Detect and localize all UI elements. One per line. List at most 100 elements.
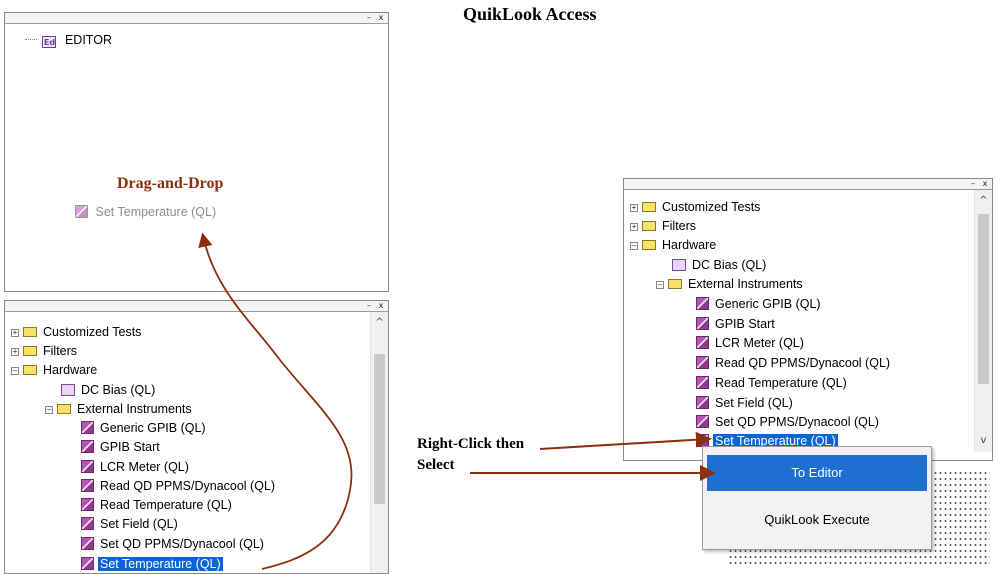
tree-item-filters[interactable]: + Filters [630,217,698,236]
folder-icon [23,365,37,375]
tree-item-read-qd-ppms[interactable]: Read QD PPMS/Dynacool (QL) [696,354,892,373]
tree-item-label: Generic GPIB (QL) [100,421,206,435]
tree-item-read-temperature[interactable]: Read Temperature (QL) [696,374,849,393]
collapse-icon[interactable]: – [656,281,664,289]
tree-item-label: LCR Meter (QL) [100,460,189,474]
quiklook-icon [81,557,94,570]
tree-item-dc-bias[interactable]: DC Bias (QL) [61,381,157,400]
collapse-icon[interactable]: – [630,242,638,250]
tree-item-label: Filters [43,344,78,358]
tree-item-dc-bias[interactable]: DC Bias (QL) [672,256,768,275]
tree-item-customized-tests[interactable]: + Customized Tests [11,323,143,342]
editor-root-label: EDITOR [64,33,112,47]
tree-item-label: Filters [662,219,697,233]
drag-and-drop-label: Drag-and-Drop [117,175,224,192]
quiklook-icon [696,317,709,330]
ghost-dragged-item: Set Temperature (QL) [75,203,216,222]
quiklook-icon [81,517,94,530]
tree-item-label: Set Temperature (QL) [98,557,223,571]
tree-item-gpib-start[interactable]: GPIB Start [81,438,162,457]
scrollbar-thumb[interactable] [978,214,989,384]
dc-bias-icon [61,384,75,396]
dc-bias-icon [672,259,686,271]
quiklook-icon [81,498,94,511]
tree-item-label: Set QD PPMS/Dynacool (QL) [715,415,879,429]
tree-item-label: External Instruments [688,277,803,291]
collapse-icon[interactable]: – [11,367,19,375]
quiklook-icon [81,440,94,453]
tree-item-lcr-meter[interactable]: LCR Meter (QL) [81,458,191,477]
right-tree-panel: – x + Customized Tests + Filters – Hardw… [623,178,993,461]
tree-item-customized-tests[interactable]: + Customized Tests [630,198,762,217]
quiklook-icon [81,479,94,492]
tree-item-set-temperature[interactable]: Set Temperature (QL) [81,555,223,573]
minimize-button[interactable]: – [364,13,374,22]
quiklook-icon [696,376,709,389]
minimize-button[interactable]: – [968,179,978,188]
expand-icon[interactable]: + [630,223,638,231]
tree-item-hardware[interactable]: – Hardware [11,361,99,380]
folder-icon [57,404,71,414]
folder-icon [668,279,682,289]
quiklook-execute-menu-item[interactable]: QuikLook Execute [707,502,927,538]
context-menu: To Editor QuikLook Execute [702,446,932,550]
minimize-button[interactable]: – [364,301,374,310]
tree-item-lcr-meter[interactable]: LCR Meter (QL) [696,334,806,353]
vertical-scrollbar[interactable]: ^ v [974,190,992,452]
select-annotation: Select [417,457,455,473]
tree-item-generic-gpib[interactable]: Generic GPIB (QL) [81,419,208,438]
quiklook-icon [81,537,94,550]
scroll-up-button[interactable]: ^ [371,316,388,330]
tree-line [25,39,37,40]
right-click-annotation: Right-Click then [417,436,525,452]
expand-icon[interactable]: + [630,204,638,212]
tree-item-generic-gpib[interactable]: Generic GPIB (QL) [696,295,823,314]
tree-item-set-qd-ppms[interactable]: Set QD PPMS/Dynacool (QL) [81,535,266,554]
quiklook-icon [75,205,88,218]
tree-item-label: Customized Tests [662,200,761,214]
quiklook-icon [81,460,94,473]
tree-item-filters[interactable]: + Filters [11,342,79,361]
expand-icon[interactable]: + [11,348,19,356]
collapse-icon[interactable]: – [45,406,53,414]
folder-icon [642,240,656,250]
expand-icon[interactable]: + [11,329,19,337]
tree-item-label: Hardware [43,363,98,377]
tree-item-label: Set QD PPMS/Dynacool (QL) [100,537,264,551]
tree-item-label: DC Bias (QL) [81,383,156,397]
tree-item-read-qd-ppms[interactable]: Read QD PPMS/Dynacool (QL) [81,477,277,496]
tree-item-external-instruments[interactable]: – External Instruments [656,275,805,294]
quiklook-icon [696,415,709,428]
scroll-down-button[interactable]: v [975,434,992,448]
tree-item-hardware[interactable]: – Hardware [630,236,718,255]
tree-item-gpib-start[interactable]: GPIB Start [696,315,777,334]
tree-item-label: Hardware [662,238,717,252]
tree-panel-titlebar: – x [5,301,388,312]
to-editor-menu-item[interactable]: To Editor [707,455,927,491]
quiklook-icon [696,396,709,409]
tree-item-label: Read QD PPMS/Dynacool (QL) [715,356,891,370]
quiklook-icon [81,421,94,434]
tree-item-set-field[interactable]: Set Field (QL) [81,515,180,534]
left-tree-panel: – x + Customized Tests + Filters – Hardw… [4,300,389,574]
folder-icon [23,327,37,337]
tree-item-label: Generic GPIB (QL) [715,297,821,311]
editor-panel: – x Ed EDITOR Drag-and-Drop Set Temperat… [4,12,389,292]
scroll-up-button[interactable]: ^ [975,194,992,208]
close-button[interactable]: x [376,13,386,22]
tree-item-external-instruments[interactable]: – External Instruments [45,400,194,419]
vertical-scrollbar[interactable]: ^ [370,312,388,573]
scrollbar-thumb[interactable] [374,354,385,504]
tree-item-read-temperature[interactable]: Read Temperature (QL) [81,496,234,515]
tree-item-set-field[interactable]: Set Field (QL) [696,394,795,413]
close-button[interactable]: x [980,179,990,188]
folder-icon [23,346,37,356]
tree-item-label: GPIB Start [100,440,160,454]
tree-item-set-qd-ppms[interactable]: Set QD PPMS/Dynacool (QL) [696,413,881,432]
tree-item-label: Set Field (QL) [715,396,793,410]
folder-icon [642,202,656,212]
editor-root[interactable]: Ed EDITOR [25,31,114,50]
tree-item-label: Read Temperature (QL) [100,498,232,512]
close-button[interactable]: x [376,301,386,310]
quiklook-icon [696,297,709,310]
